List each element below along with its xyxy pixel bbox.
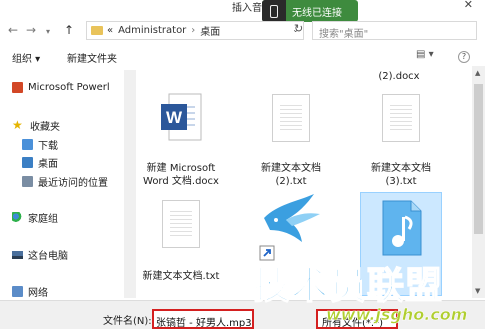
sidebar-item-label: 收藏夹 (30, 122, 60, 133)
new-folder-button[interactable]: 新建文件夹 (67, 50, 117, 65)
file-name: 新建 Microsoft Word 文档.docx (143, 163, 219, 187)
close-icon[interactable]: ✕ (464, 0, 473, 11)
svg-text:W: W (166, 108, 183, 127)
powerpoint-icon (12, 82, 23, 93)
file-item[interactable]: (2).docx (358, 70, 440, 83)
sidebar-item-label: 下载 (38, 141, 58, 152)
sidebar-item-label: 这台电脑 (28, 251, 68, 262)
help-icon[interactable]: ? (458, 51, 470, 63)
sidebar-item-powerpoint[interactable]: Microsoft Powerl (12, 82, 110, 93)
download-folder-icon (22, 139, 33, 150)
sidebar-item-desktop[interactable]: 桌面 (22, 155, 58, 170)
sidebar-item-network[interactable]: 网络 (12, 284, 48, 298)
sidebar-item-label: Microsoft Powerl (28, 82, 110, 93)
command-toolbar: 组织 ▾ 新建文件夹 ▤ ▾ ? (0, 46, 485, 68)
sidebar-item-label: 最近访问的位置 (38, 178, 108, 189)
file-item-txt[interactable]: 新建文本文档.txt (140, 198, 222, 288)
sidebar-item-favorites[interactable]: ★ 收藏夹 (12, 118, 60, 133)
sidebar-item-label: 桌面 (38, 159, 58, 170)
star-icon: ★ (12, 118, 23, 132)
recent-places-icon (22, 176, 33, 187)
computer-icon (12, 250, 23, 259)
network-icon (12, 286, 23, 297)
navigation-bar: ← → ▾ ↑ « Administrator › 桌面 ⌄ ↻ 搜索"桌面" (0, 18, 485, 42)
audio-file-icon (382, 200, 422, 256)
organize-menu-button[interactable]: 组织 ▾ (12, 50, 40, 65)
scroll-up-icon[interactable]: ▲ (475, 69, 480, 77)
txt-file-icon (272, 94, 310, 142)
search-input[interactable]: 搜索"桌面" (312, 21, 477, 40)
filename-input[interactable]: 张镐哲 - 好男人.mp3 (152, 309, 254, 329)
up-icon[interactable]: ↑ (64, 23, 74, 37)
sidebar-item-downloads[interactable]: 下载 (22, 137, 58, 152)
file-name: (2).docx (378, 71, 420, 82)
file-item-txt-3[interactable]: 新建文本文档 (3).txt (360, 92, 442, 192)
folder-icon (91, 26, 103, 35)
toast-message: 无线已连接 (292, 7, 342, 19)
file-item-txt-2[interactable]: 新建文本文档 (2).txt (250, 92, 332, 192)
view-options-icon[interactable]: ▤ ▾ (416, 49, 434, 60)
title-bar: 插入音频 ✕ (0, 0, 485, 14)
breadcrumb-separator[interactable]: › (191, 25, 195, 36)
sidebar-item-label: 家庭组 (28, 214, 58, 225)
kugou-shortcut-icon (259, 194, 320, 261)
address-bar[interactable]: « Administrator › 桌面 ⌄ (86, 21, 304, 40)
scroll-down-icon[interactable]: ▼ (475, 287, 480, 295)
sidebar-scrollbar[interactable] (124, 70, 136, 298)
refresh-icon[interactable]: ↻ (294, 22, 303, 35)
file-name: 新建文本文档 (3).txt (371, 163, 431, 187)
forward-icon[interactable]: → (26, 23, 36, 37)
txt-file-icon (162, 200, 200, 248)
breadcrumb-prefix[interactable]: « (107, 25, 113, 36)
filename-label: 文件名(N): (103, 316, 152, 327)
word-icon: W (161, 93, 202, 141)
watermark-logo: 技术员联盟 (252, 263, 443, 308)
breadcrumb-desktop[interactable]: 桌面 (200, 23, 220, 38)
watermark-url: www.jsgho.com (326, 305, 468, 325)
recent-dropdown-icon[interactable]: ▾ (46, 27, 50, 36)
back-icon[interactable]: ← (8, 23, 18, 37)
navigation-pane: Microsoft Powerl ★ 收藏夹 下载 桌面 最近访问的位置 家庭组… (0, 70, 124, 298)
sidebar-item-homegroup[interactable]: 家庭组 (12, 210, 58, 225)
file-list-scrollbar[interactable]: ▲ ▼ (472, 66, 485, 298)
file-name: 新建文本文档.txt (142, 271, 220, 282)
sidebar-item-label: 网络 (28, 288, 48, 298)
file-item-word-docx[interactable]: W 新建 Microsoft Word 文档.docx (140, 92, 222, 192)
sidebar-item-this-pc[interactable]: 这台电脑 (12, 247, 68, 262)
txt-file-icon (382, 94, 420, 142)
scrollbar-thumb[interactable] (474, 84, 483, 234)
homegroup-icon (12, 212, 23, 223)
sidebar-item-recent[interactable]: 最近访问的位置 (22, 174, 108, 189)
desktop-icon (22, 157, 33, 168)
breadcrumb-administrator[interactable]: Administrator (118, 25, 186, 36)
